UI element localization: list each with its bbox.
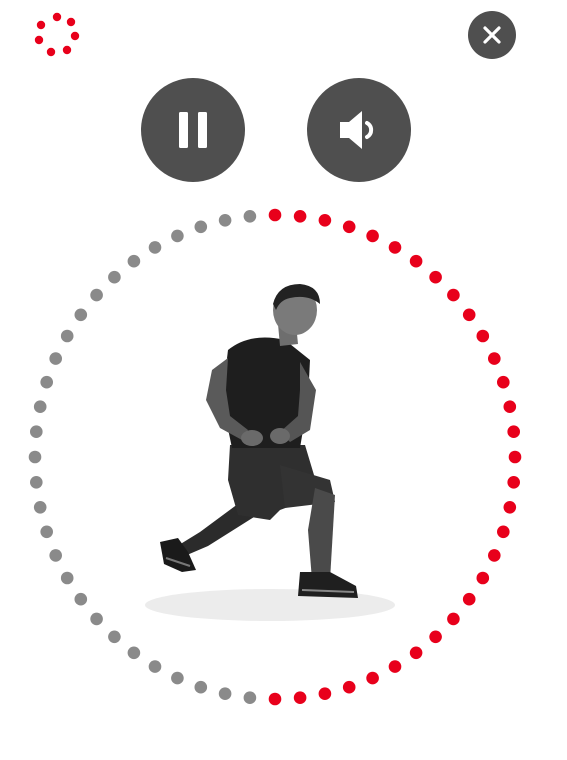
timer-dot-remaining bbox=[171, 229, 184, 243]
timer-dot-elapsed bbox=[447, 288, 460, 302]
exercise-image-lunge bbox=[145, 284, 395, 621]
timer-dot-remaining bbox=[218, 687, 232, 700]
timer-dot-remaining bbox=[28, 450, 42, 464]
timer-dot-elapsed bbox=[488, 352, 501, 365]
sound-button[interactable] bbox=[307, 78, 411, 182]
timer-dot-elapsed bbox=[388, 241, 402, 254]
timer-dot-remaining bbox=[148, 660, 162, 673]
timer-dot-remaining bbox=[40, 525, 53, 539]
close-button[interactable] bbox=[468, 11, 516, 59]
timer-dot-remaining bbox=[60, 571, 74, 585]
timer-dot-elapsed bbox=[366, 229, 379, 243]
timer-dot-elapsed bbox=[429, 630, 442, 644]
timer-dot-elapsed bbox=[293, 691, 307, 704]
timer-dot-remaining bbox=[33, 400, 47, 413]
timer-dot-elapsed bbox=[503, 501, 517, 514]
timer-dot-elapsed bbox=[497, 525, 510, 539]
timer-dot-remaining bbox=[90, 288, 103, 302]
timer-dot-elapsed bbox=[447, 612, 460, 626]
timer-dot-elapsed bbox=[508, 450, 522, 464]
timer-dot-elapsed bbox=[293, 210, 307, 223]
timer-dot-elapsed bbox=[507, 425, 520, 438]
timer-dot-elapsed bbox=[462, 308, 476, 322]
timer-dot-elapsed bbox=[342, 680, 356, 694]
timer-dot-remaining bbox=[74, 592, 88, 606]
timer-dot-remaining bbox=[127, 646, 141, 660]
timer-dot-elapsed bbox=[409, 254, 423, 268]
timer-dot-remaining bbox=[171, 671, 184, 685]
timer-dot-remaining bbox=[127, 254, 141, 268]
timer-dot-elapsed bbox=[268, 208, 282, 222]
timer-dot-elapsed bbox=[476, 329, 490, 343]
timer-dot-elapsed bbox=[366, 671, 379, 685]
timer-dot-elapsed bbox=[318, 214, 332, 227]
timer-dot-remaining bbox=[243, 210, 257, 223]
timer-dot-remaining bbox=[194, 680, 208, 694]
timer-dot-remaining bbox=[30, 476, 43, 489]
timer-dot-remaining bbox=[40, 375, 53, 389]
timer-dot-remaining bbox=[194, 220, 208, 234]
timer-dot-elapsed bbox=[497, 375, 510, 389]
pause-icon bbox=[179, 112, 207, 148]
timer-dot-remaining bbox=[148, 241, 162, 254]
timer-dot-remaining bbox=[243, 691, 257, 704]
timer-dot-remaining bbox=[108, 630, 121, 644]
pause-button[interactable] bbox=[141, 78, 245, 182]
timer-dot-elapsed bbox=[409, 646, 423, 660]
timer-dot-remaining bbox=[33, 501, 47, 514]
timer-dot-elapsed bbox=[342, 220, 356, 234]
timer-dot-elapsed bbox=[388, 660, 402, 673]
timer-dot-elapsed bbox=[462, 592, 476, 606]
timer-dot-elapsed bbox=[268, 692, 282, 706]
timer-dot-remaining bbox=[49, 549, 62, 562]
timer-dot-remaining bbox=[218, 214, 232, 227]
timer-dot-elapsed bbox=[503, 400, 517, 413]
timer-dot-remaining bbox=[60, 329, 74, 343]
loading-spinner-icon bbox=[34, 12, 80, 57]
timer-dot-remaining bbox=[74, 308, 88, 322]
timer-dot-remaining bbox=[49, 352, 62, 365]
timer-dot-remaining bbox=[108, 270, 121, 284]
timer-dot-elapsed bbox=[476, 571, 490, 585]
timer-dot-elapsed bbox=[488, 549, 501, 562]
timer-dot-elapsed bbox=[507, 476, 520, 489]
timer-dot-remaining bbox=[30, 425, 43, 438]
timer-dot-elapsed bbox=[429, 270, 442, 284]
speaker-icon bbox=[340, 111, 374, 149]
close-icon bbox=[483, 26, 501, 44]
timer-dot-remaining bbox=[90, 612, 103, 626]
timer-dot-elapsed bbox=[318, 687, 332, 700]
